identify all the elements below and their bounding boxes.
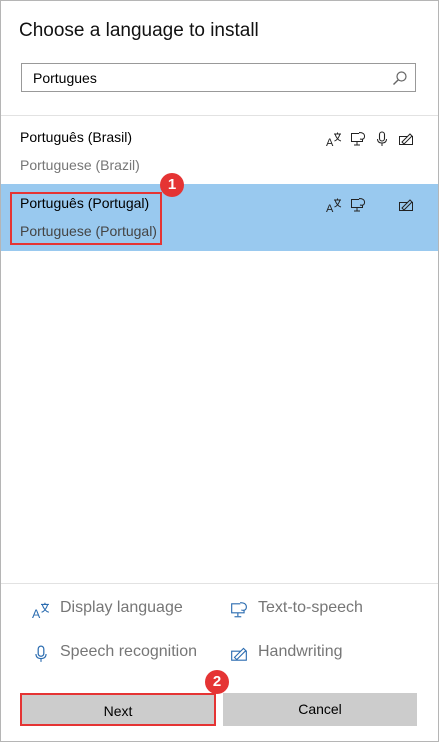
legend-label: Text-to-speech (258, 599, 363, 616)
annotation-badge-step-2: 2 (205, 670, 229, 694)
speech-recognition-icon (32, 645, 50, 663)
search-input[interactable]: Portugues (21, 63, 416, 92)
legend-label: Display language (60, 599, 183, 616)
language-item-portuguese-brazil[interactable]: Português (Brasil) Portuguese (Brazil) A (1, 118, 438, 185)
text-to-speech-icon (350, 197, 366, 213)
svg-text:A: A (32, 607, 41, 619)
search-value: Portugues (33, 70, 97, 86)
handwriting-icon (230, 645, 248, 663)
list-top-divider (1, 115, 438, 116)
annotation-highlight-language (10, 192, 162, 245)
text-to-speech-icon (230, 601, 248, 619)
dialog-frame (0, 0, 439, 742)
language-english-name: Portuguese (Brazil) (20, 157, 140, 173)
display-language-icon: A (326, 197, 342, 213)
legend-label: Speech recognition (60, 643, 197, 660)
display-language-icon: A (32, 601, 50, 619)
cancel-button[interactable]: Cancel (223, 693, 417, 726)
language-native-name: Português (Brasil) (20, 129, 133, 145)
display-language-icon: A (326, 131, 342, 147)
dialog-title: Choose a language to install (19, 20, 259, 41)
legend-divider (1, 583, 438, 584)
svg-text:A: A (326, 137, 334, 147)
speech-recognition-icon (374, 131, 390, 147)
legend-label: Handwriting (258, 643, 343, 660)
annotation-badge-step-1: 1 (160, 173, 184, 197)
search-icon[interactable] (392, 70, 408, 86)
next-button[interactable]: Next (20, 693, 216, 726)
text-to-speech-icon (350, 131, 366, 147)
svg-text:A: A (326, 203, 334, 213)
handwriting-icon (398, 197, 414, 213)
handwriting-icon (398, 131, 414, 147)
